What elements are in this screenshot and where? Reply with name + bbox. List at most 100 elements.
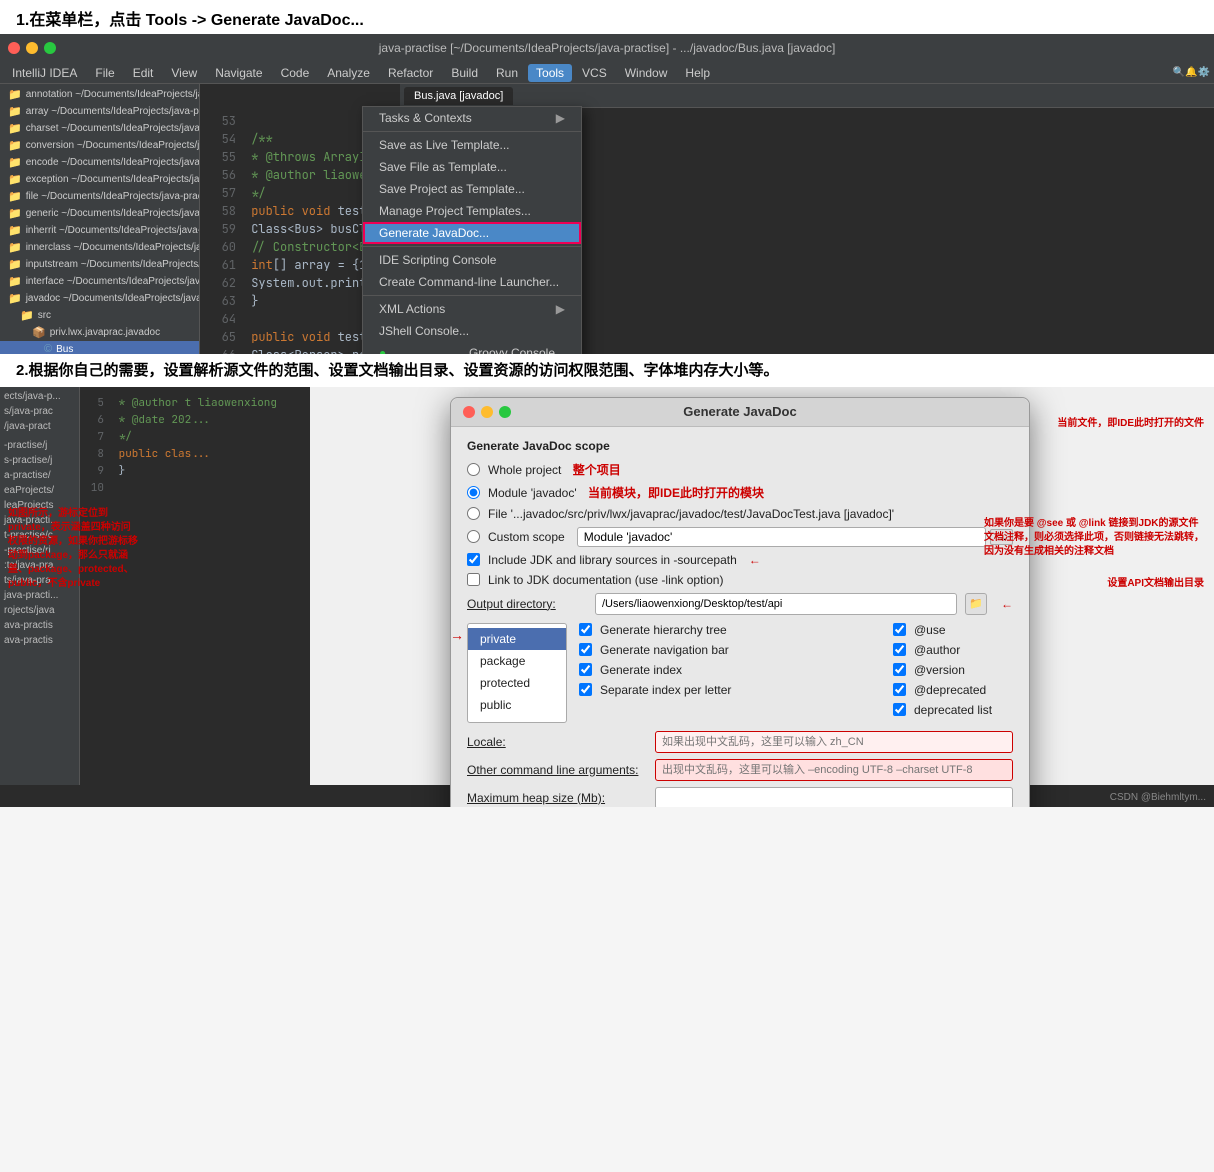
output-dir-input[interactable] <box>595 593 957 615</box>
custom-scope-input[interactable] <box>577 527 986 547</box>
cb-deprecated-input[interactable] <box>893 683 906 696</box>
menu-item-code[interactable]: Code <box>273 64 318 82</box>
sidebar-item-generic[interactable]: 📁 generic ~/Documents/IdeaProjects/java-… <box>0 205 199 222</box>
radio-file-input[interactable] <box>467 507 480 520</box>
arrow-output: ← <box>1001 597 1013 611</box>
scope-item-protected[interactable]: protected <box>468 672 566 694</box>
options-col1: Generate hierarchy tree Generate navigat… <box>579 623 881 723</box>
folder-icon: 📁 <box>8 173 22 186</box>
radio-whole-project-input[interactable] <box>467 463 480 476</box>
cb-index-label: Generate index <box>600 663 682 677</box>
menu-item-vcs[interactable]: VCS <box>574 64 615 82</box>
maximize-btn[interactable] <box>44 42 56 54</box>
menu-generate-javadoc[interactable]: Generate JavaDoc... <box>363 222 581 244</box>
cb-nav-bar-input[interactable] <box>579 643 592 656</box>
cb-separate-index-input[interactable] <box>579 683 592 696</box>
menu-item-run[interactable]: Run <box>488 64 526 82</box>
annotation-jdk: 如果你是要 @see 或 @link 链接到JDK的源文件文档注释，则必须选择此… <box>984 517 1204 559</box>
cb-use-input[interactable] <box>893 623 906 636</box>
radio-custom-input[interactable] <box>467 530 480 543</box>
folder-icon: 📁 <box>8 292 22 305</box>
ide2-sidebar-item: -practise/j <box>0 438 79 453</box>
cb-index-input[interactable] <box>579 663 592 676</box>
separator3 <box>363 295 581 296</box>
menu-tasks[interactable]: Tasks & Contexts ▶ <box>363 107 581 129</box>
folder-icon: 📁 <box>8 207 22 220</box>
radio-module: Module 'javadoc' 当前模块，即IDE此时打开的模块 <box>467 484 1013 501</box>
menu-item-view[interactable]: View <box>163 64 205 82</box>
cb-deprecated-label: @deprecated <box>914 683 986 697</box>
menu-item-window[interactable]: Window <box>617 64 676 82</box>
sidebar-item-interface[interactable]: 📁 interface ~/Documents/IdeaProjects/jav… <box>0 273 199 290</box>
max-heap-row: Maximum heap size (Mb): <box>467 787 1013 807</box>
include-jdk-checkbox[interactable] <box>467 553 480 566</box>
sidebar-item-exception[interactable]: 📁 exception ~/Documents/IdeaProjects/jav… <box>0 171 199 188</box>
close-btn[interactable] <box>8 42 20 54</box>
folder-icon: 📁 <box>8 88 22 101</box>
locale-input[interactable] <box>655 731 1013 753</box>
sidebar-item-annotation[interactable]: 📁 annotation ~/Documents/IdeaProjects/ja… <box>0 86 199 103</box>
sidebar-item-array[interactable]: 📁 array ~/Documents/IdeaProjects/java-pr… <box>0 103 199 120</box>
output-dir-label: Output directory: <box>467 597 587 611</box>
scope-item-public[interactable]: public <box>468 694 566 716</box>
dialog-min-btn[interactable] <box>481 406 493 418</box>
menu-item-navigate[interactable]: Navigate <box>207 64 270 82</box>
ide-window-1: java-practise [~/Documents/IdeaProjects/… <box>0 34 1214 354</box>
tools-dropdown-menu: Tasks & Contexts ▶ Save as Live Template… <box>362 106 582 354</box>
dialog-close-btn[interactable] <box>463 406 475 418</box>
cb-separate-index: Separate index per letter <box>579 683 881 697</box>
cb-hierarchy-tree-label: Generate hierarchy tree <box>600 623 727 637</box>
radio-module-input[interactable] <box>467 486 480 499</box>
submenu-arrow: ▶ <box>556 111 565 125</box>
max-heap-input[interactable] <box>655 787 1013 807</box>
menu-ide-scripting[interactable]: IDE Scripting Console <box>363 249 581 271</box>
dialog-max-btn[interactable] <box>499 406 511 418</box>
dialog-body: Generate JavaDoc scope Whole project 整个项… <box>451 427 1029 807</box>
menu-create-launcher[interactable]: Create Command-line Launcher... <box>363 271 581 293</box>
menu-xml[interactable]: XML Actions ▶ <box>363 298 581 320</box>
sidebar-item-javadoc[interactable]: 📁 javadoc ~/Documents/IdeaProjects/java-… <box>0 290 199 307</box>
menu-item-intellij[interactable]: IntelliJ IDEA <box>4 64 85 82</box>
sidebar-item-encode[interactable]: 📁 encode ~/Documents/IdeaProjects/java-p… <box>0 154 199 171</box>
cb-deprecated-list-input[interactable] <box>893 703 906 716</box>
sidebar-item-conversion[interactable]: 📁 conversion ~/Documents/IdeaProjects/ja… <box>0 137 199 154</box>
menu-item-build[interactable]: Build <box>443 64 486 82</box>
menu-save-file[interactable]: Save File as Template... <box>363 156 581 178</box>
menu-save-project[interactable]: Save Project as Template... <box>363 178 581 200</box>
scope-item-private[interactable]: private <box>468 628 566 650</box>
menu-jshell[interactable]: JShell Console... <box>363 320 581 342</box>
menu-item-edit[interactable]: Edit <box>125 64 162 82</box>
menu-item-analyze[interactable]: Analyze <box>319 64 378 82</box>
ide2-right: Generate JavaDoc Generate JavaDoc scope … <box>310 387 1214 785</box>
menu-groovy[interactable]: ● Groovy Console... <box>363 342 581 354</box>
sidebar-item-inherrit[interactable]: 📁 inherrit ~/Documents/IdeaProjects/java… <box>0 222 199 239</box>
sidebar-item-bus[interactable]: © Bus <box>0 341 199 354</box>
other-args-label: Other command line arguments: <box>467 763 647 777</box>
menu-save-live[interactable]: Save as Live Template... <box>363 134 581 156</box>
sidebar-item-charset[interactable]: 📁 charset ~/Documents/IdeaProjects/java-… <box>0 120 199 137</box>
cb-version-input[interactable] <box>893 663 906 676</box>
radio-file-label: File '...javadoc/src/priv/lwx/javaprac/j… <box>488 507 894 521</box>
output-dir-browse-btn[interactable]: 📁 <box>965 593 987 615</box>
other-args-input[interactable] <box>655 759 1013 781</box>
menu-item-file[interactable]: File <box>87 64 122 82</box>
tab-bus[interactable]: Bus.java [javadoc] <box>404 87 513 105</box>
sidebar-item-src[interactable]: 📁 src <box>0 307 199 324</box>
minimize-btn[interactable] <box>26 42 38 54</box>
cb-author-input[interactable] <box>893 643 906 656</box>
menu-item-refactor[interactable]: Refactor <box>380 64 441 82</box>
folder-icon: 📁 <box>8 139 22 152</box>
sidebar-item-package[interactable]: 📦 priv.lwx.javaprac.javadoc <box>0 324 199 341</box>
cb-version-label: @version <box>914 663 965 677</box>
sidebar-item-file[interactable]: 📁 file ~/Documents/IdeaProjects/java-pra… <box>0 188 199 205</box>
sidebar-item-innerclass[interactable]: 📁 innerclass ~/Documents/IdeaProjects/ja… <box>0 239 199 256</box>
annotation-file: 当前文件，即IDE此时打开的文件 <box>1057 417 1204 431</box>
link-jdk-checkbox[interactable] <box>467 573 480 586</box>
menu-bar: IntelliJ IDEA File Edit View Navigate Co… <box>0 62 1214 84</box>
menu-manage-templates[interactable]: Manage Project Templates... <box>363 200 581 222</box>
cb-hierarchy-tree-input[interactable] <box>579 623 592 636</box>
menu-item-tools[interactable]: Tools <box>528 64 572 82</box>
scope-item-package[interactable]: package <box>468 650 566 672</box>
sidebar-item-inputstream[interactable]: 📁 inputstream ~/Documents/IdeaProjects/j… <box>0 256 199 273</box>
menu-item-help[interactable]: Help <box>677 64 718 82</box>
